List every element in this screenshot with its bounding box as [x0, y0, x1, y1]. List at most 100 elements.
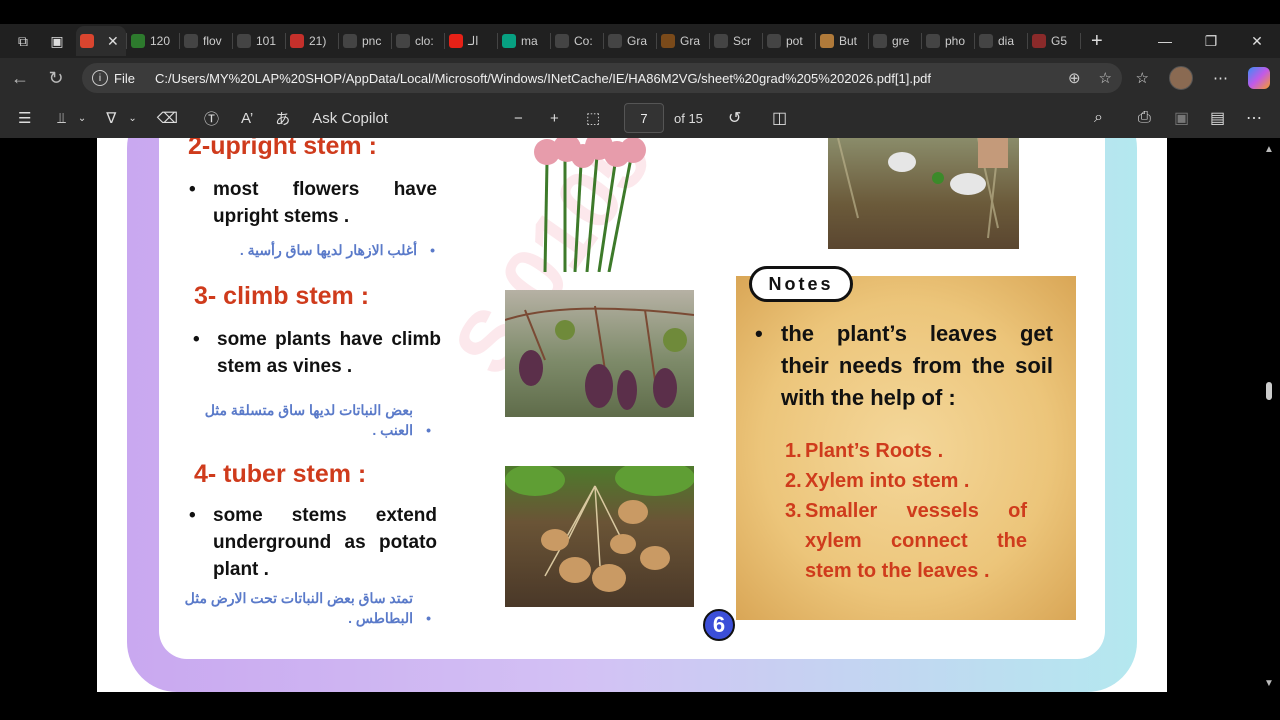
browser-tab[interactable]: Scr: [710, 26, 762, 56]
browser-tab[interactable]: ma: [498, 26, 550, 56]
browser-tab[interactable]: pot: [763, 26, 815, 56]
browser-window: ⧉ ▣ ✕ 120 flov 101 21) pnc clo: الـ ma Co: Gra Gra S…: [0, 0, 1280, 720]
zoom-out-icon[interactable]: −: [514, 110, 523, 127]
page-number-input[interactable]: 7: [624, 103, 664, 133]
scroll-down-icon[interactable]: ▼: [1264, 678, 1274, 689]
read-aloud-icon[interactable]: A’: [241, 110, 253, 127]
upright-stem-arabic: أغلب الازهار لديها ساق رأسية .: [217, 240, 435, 260]
tab-label: Scr: [733, 34, 751, 48]
tab-label: But: [839, 34, 858, 48]
translate-icon[interactable]: あ: [275, 108, 290, 129]
browser-tab[interactable]: pnc: [339, 26, 391, 56]
text-box-icon[interactable]: Ⓣ: [204, 108, 219, 129]
tab-label: 21): [309, 34, 327, 48]
page-view-icon[interactable]: ◫: [772, 108, 787, 128]
pexels-icon: [502, 34, 516, 48]
page-number-badge: 6: [703, 609, 735, 641]
butter-icon: [820, 34, 834, 48]
tab-actions-icon[interactable]: ▣: [46, 30, 68, 52]
browser-tab[interactable]: Co:: [551, 26, 603, 56]
upright-stem-heading: 2-upright stem :: [188, 138, 377, 160]
browser-tab[interactable]: Gra: [604, 26, 656, 56]
browser-tab[interactable]: But: [816, 26, 868, 56]
ask-copilot-button[interactable]: Ask Copilot: [312, 110, 388, 127]
tab-label: Gra: [680, 34, 701, 48]
browser-tab[interactable]: clo:: [392, 26, 444, 56]
tab-label: G5: [1051, 34, 1068, 48]
favorites-icon[interactable]: ☆: [1136, 69, 1149, 87]
print-icon[interactable]: ⎙: [1138, 109, 1151, 127]
info-icon[interactable]: i: [92, 70, 108, 86]
globe-icon: [767, 34, 781, 48]
browser-tab[interactable]: Gra: [657, 26, 709, 56]
more-options-icon[interactable]: ⋯: [1246, 108, 1262, 128]
draw-icon[interactable]: ∇: [106, 109, 116, 127]
upright-flowers-image: [517, 138, 657, 272]
back-icon[interactable]: ←: [2, 68, 38, 89]
tab-label: 120: [150, 34, 171, 48]
pdf-viewer[interactable]: S 0105 2-upright stem : most flowers hav…: [0, 138, 1280, 696]
zoom-in-icon[interactable]: +: [550, 110, 559, 127]
save-icon[interactable]: ▣: [1174, 108, 1189, 128]
pdf-icon: [1032, 34, 1046, 48]
globe-icon: [979, 34, 993, 48]
flame-icon: [661, 34, 675, 48]
scrollbar-thumb[interactable]: [1266, 382, 1272, 400]
browser-tab[interactable]: الـ: [445, 26, 497, 56]
highlight-icon[interactable]: ⫫: [57, 110, 65, 127]
tab-label: clo:: [415, 34, 434, 48]
globe-icon: [714, 34, 728, 48]
chevron-down-icon[interactable]: ⌄: [128, 113, 136, 124]
zoom-icon[interactable]: ⊕: [1068, 69, 1081, 87]
tab-label: pot: [786, 34, 803, 48]
vertical-scrollbar[interactable]: ▲ ▼: [1262, 138, 1276, 696]
tab-label: الـ: [468, 34, 479, 48]
new-tab-button[interactable]: +: [1091, 30, 1103, 53]
chevron-down-icon[interactable]: ⌄: [78, 113, 86, 124]
tab-label: 101: [256, 34, 277, 48]
browser-tab[interactable]: flov: [180, 26, 232, 56]
refresh-icon[interactable]: ↻: [38, 68, 74, 89]
youtube-icon: [290, 34, 304, 48]
search-icon[interactable]: ⌕: [1094, 109, 1103, 127]
contents-icon[interactable]: ☰: [18, 109, 31, 127]
browser-tab[interactable]: pho: [922, 26, 974, 56]
more-menu-icon[interactable]: ⋯: [1213, 69, 1228, 87]
restore-icon[interactable]: ❐: [1188, 33, 1234, 50]
notes-item-text: Plant’s Roots .: [805, 440, 944, 462]
eraser-icon[interactable]: ⌫: [157, 109, 178, 127]
browser-tab[interactable]: gre: [869, 26, 921, 56]
rotate-icon[interactable]: ↺: [728, 108, 741, 128]
potato-plant-image: [505, 466, 694, 607]
copilot-icon[interactable]: [1248, 67, 1270, 89]
tab-label: gre: [892, 34, 910, 48]
browser-tab[interactable]: dia: [975, 26, 1027, 56]
workspaces-icon[interactable]: ⧉: [12, 30, 34, 52]
wordpress-icon: [184, 34, 198, 48]
browser-tab[interactable]: 101: [233, 26, 285, 56]
notes-item: 3. Smaller vessels of xylem connect the s…: [785, 496, 1027, 586]
close-tab-icon[interactable]: ✕: [107, 33, 119, 50]
address-bar: ← ↻ i File C:/Users/MY%20LAP%20SHOP/AppD…: [0, 58, 1280, 98]
fit-page-icon[interactable]: ⬚: [586, 109, 600, 127]
url-scheme-label: File: [114, 70, 135, 86]
close-window-icon[interactable]: ✕: [1234, 33, 1280, 50]
profile-avatar[interactable]: [1169, 66, 1193, 90]
url-field[interactable]: i File C:/Users/MY%20LAP%20SHOP/AppData/…: [82, 63, 1122, 93]
browser-tab[interactable]: ✕: [76, 26, 126, 56]
scroll-up-icon[interactable]: ▲: [1264, 144, 1274, 155]
browser-tab[interactable]: 21): [286, 26, 338, 56]
save-as-icon[interactable]: ▤: [1210, 108, 1225, 128]
notes-item-number: 1.: [785, 440, 802, 462]
notes-item: 1. Plant’s Roots .: [785, 436, 1027, 466]
notes-item-text: Xylem into stem .: [805, 470, 970, 492]
url-text[interactable]: C:/Users/MY%20LAP%20SHOP/AppData/Local/M…: [155, 71, 931, 86]
notes-item: 2. Xylem into stem .: [785, 466, 1027, 496]
browser-tab[interactable]: G5: [1028, 26, 1080, 56]
minimize-icon[interactable]: —: [1142, 33, 1188, 49]
tab-label: Gra: [627, 34, 648, 48]
notes-item-number: 3.: [785, 500, 802, 522]
favorite-star-icon[interactable]: ☆: [1099, 69, 1112, 87]
browser-tab[interactable]: 120: [127, 26, 179, 56]
globe-icon: [608, 34, 622, 48]
